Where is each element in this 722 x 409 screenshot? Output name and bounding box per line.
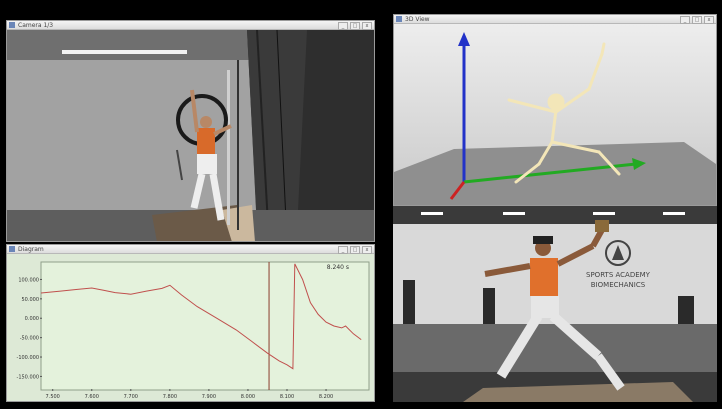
- diagram-content: 8.240 s 100.000 50.000 0.000 -50.000 -100.00…: [7, 254, 374, 401]
- x-tick-label: 7.800: [163, 394, 177, 400]
- diagram-window-titlebar[interactable]: Diagram _ □ x: [7, 245, 374, 254]
- minimize-button[interactable]: _: [338, 246, 348, 254]
- y-tick-label: 0.000: [25, 316, 39, 322]
- maximize-button[interactable]: □: [692, 16, 702, 24]
- x-tick-label: 7.900: [202, 394, 216, 400]
- diagram-window: Diagram _ □ x 8.240 s 100.000 50.000 0.000…: [6, 244, 375, 402]
- minimize-button[interactable]: _: [680, 16, 690, 24]
- x-tick-label: 7.500: [46, 394, 60, 400]
- camera-window-titlebar[interactable]: Camera 1/3 _ □ x: [7, 21, 374, 30]
- camera-window-title: Camera 1/3: [18, 21, 54, 29]
- camera-video-view: [7, 29, 374, 241]
- y-tick-label: -50.000: [20, 336, 39, 342]
- pitcher-video-image: SPORTS ACADEMY BIOMECHANICS: [393, 206, 717, 402]
- model-window: 3D View _ □ x: [393, 14, 717, 206]
- time-readout: 8.240 s: [327, 264, 349, 271]
- model-window-titlebar[interactable]: 3D View _ □ x: [394, 15, 716, 24]
- close-button[interactable]: x: [704, 16, 714, 24]
- sign-line-2: BIOMECHANICS: [591, 281, 646, 289]
- y-tick-label: -150.000: [17, 374, 39, 380]
- maximize-button[interactable]: □: [350, 246, 360, 254]
- x-tick-label: 7.700: [124, 394, 138, 400]
- y-tick-label: 100.000: [18, 277, 39, 283]
- model-window-title: 3D View: [405, 15, 430, 23]
- maximize-button[interactable]: □: [350, 22, 360, 30]
- x-tick-label: 8.000: [241, 394, 255, 400]
- plot-area: [40, 261, 370, 391]
- camera-scene-image: [7, 29, 374, 241]
- close-button[interactable]: x: [362, 22, 372, 30]
- y-tick-label: 50.000: [22, 297, 40, 303]
- window-icon: [9, 246, 15, 252]
- sign-line-1: SPORTS ACADEMY: [586, 271, 651, 279]
- video-window: SPORTS ACADEMY BIOMECHANICS: [393, 206, 717, 402]
- model-3d-view[interactable]: [394, 24, 716, 205]
- y-tick-label: -100.000: [17, 355, 39, 361]
- close-button[interactable]: x: [362, 246, 372, 254]
- x-tick-label: 8.200: [319, 394, 333, 400]
- line-chart[interactable]: 8.240 s 100.000 50.000 0.000 -50.000 -100.00…: [7, 254, 374, 402]
- minimize-button[interactable]: _: [338, 22, 348, 30]
- window-icon: [9, 22, 15, 28]
- x-tick-label: 8.100: [280, 394, 294, 400]
- x-tick-label: 7.600: [85, 394, 99, 400]
- window-icon: [396, 16, 402, 22]
- camera-window: Camera 1/3 _ □ x: [6, 20, 375, 242]
- skeleton-3d-view: [394, 24, 716, 205]
- diagram-window-title: Diagram: [18, 245, 44, 253]
